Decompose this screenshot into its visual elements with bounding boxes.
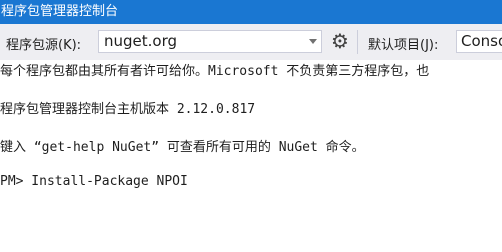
- console-line: 每个程序包都由其所有者许可给你。Microsoft 不负责第三方程序包，也: [0, 64, 430, 79]
- window-title: 程序包管理器控制台: [0, 0, 502, 24]
- console-command-line[interactable]: PM> Install-Package NPOI: [0, 174, 188, 189]
- toolbar-separator: [357, 30, 358, 54]
- console-output[interactable]: 每个程序包都由其所有者许可给你。Microsoft 不负责第三方程序包，也 程序…: [0, 60, 502, 252]
- default-project-value: Console: [461, 32, 502, 50]
- package-source-label: 程序包源(K):: [6, 38, 82, 53]
- package-source-value: nuget.org: [104, 32, 178, 50]
- gear-icon[interactable]: ⚙: [330, 31, 350, 51]
- console-line: 键入 “get-help NuGet” 可查看所有可用的 NuGet 命令。: [0, 140, 365, 155]
- package-source-dropdown[interactable]: nuget.org: [98, 30, 322, 53]
- console-line: 程序包管理器控制台主机版本 2.12.0.817: [0, 102, 256, 117]
- console-toolbar: 程序包源(K): nuget.org ⚙ 默认项目(J): Console: [0, 24, 502, 60]
- default-project-dropdown[interactable]: Console: [456, 30, 502, 53]
- chevron-down-icon[interactable]: [309, 39, 317, 44]
- default-project-label: 默认项目(J):: [368, 38, 439, 53]
